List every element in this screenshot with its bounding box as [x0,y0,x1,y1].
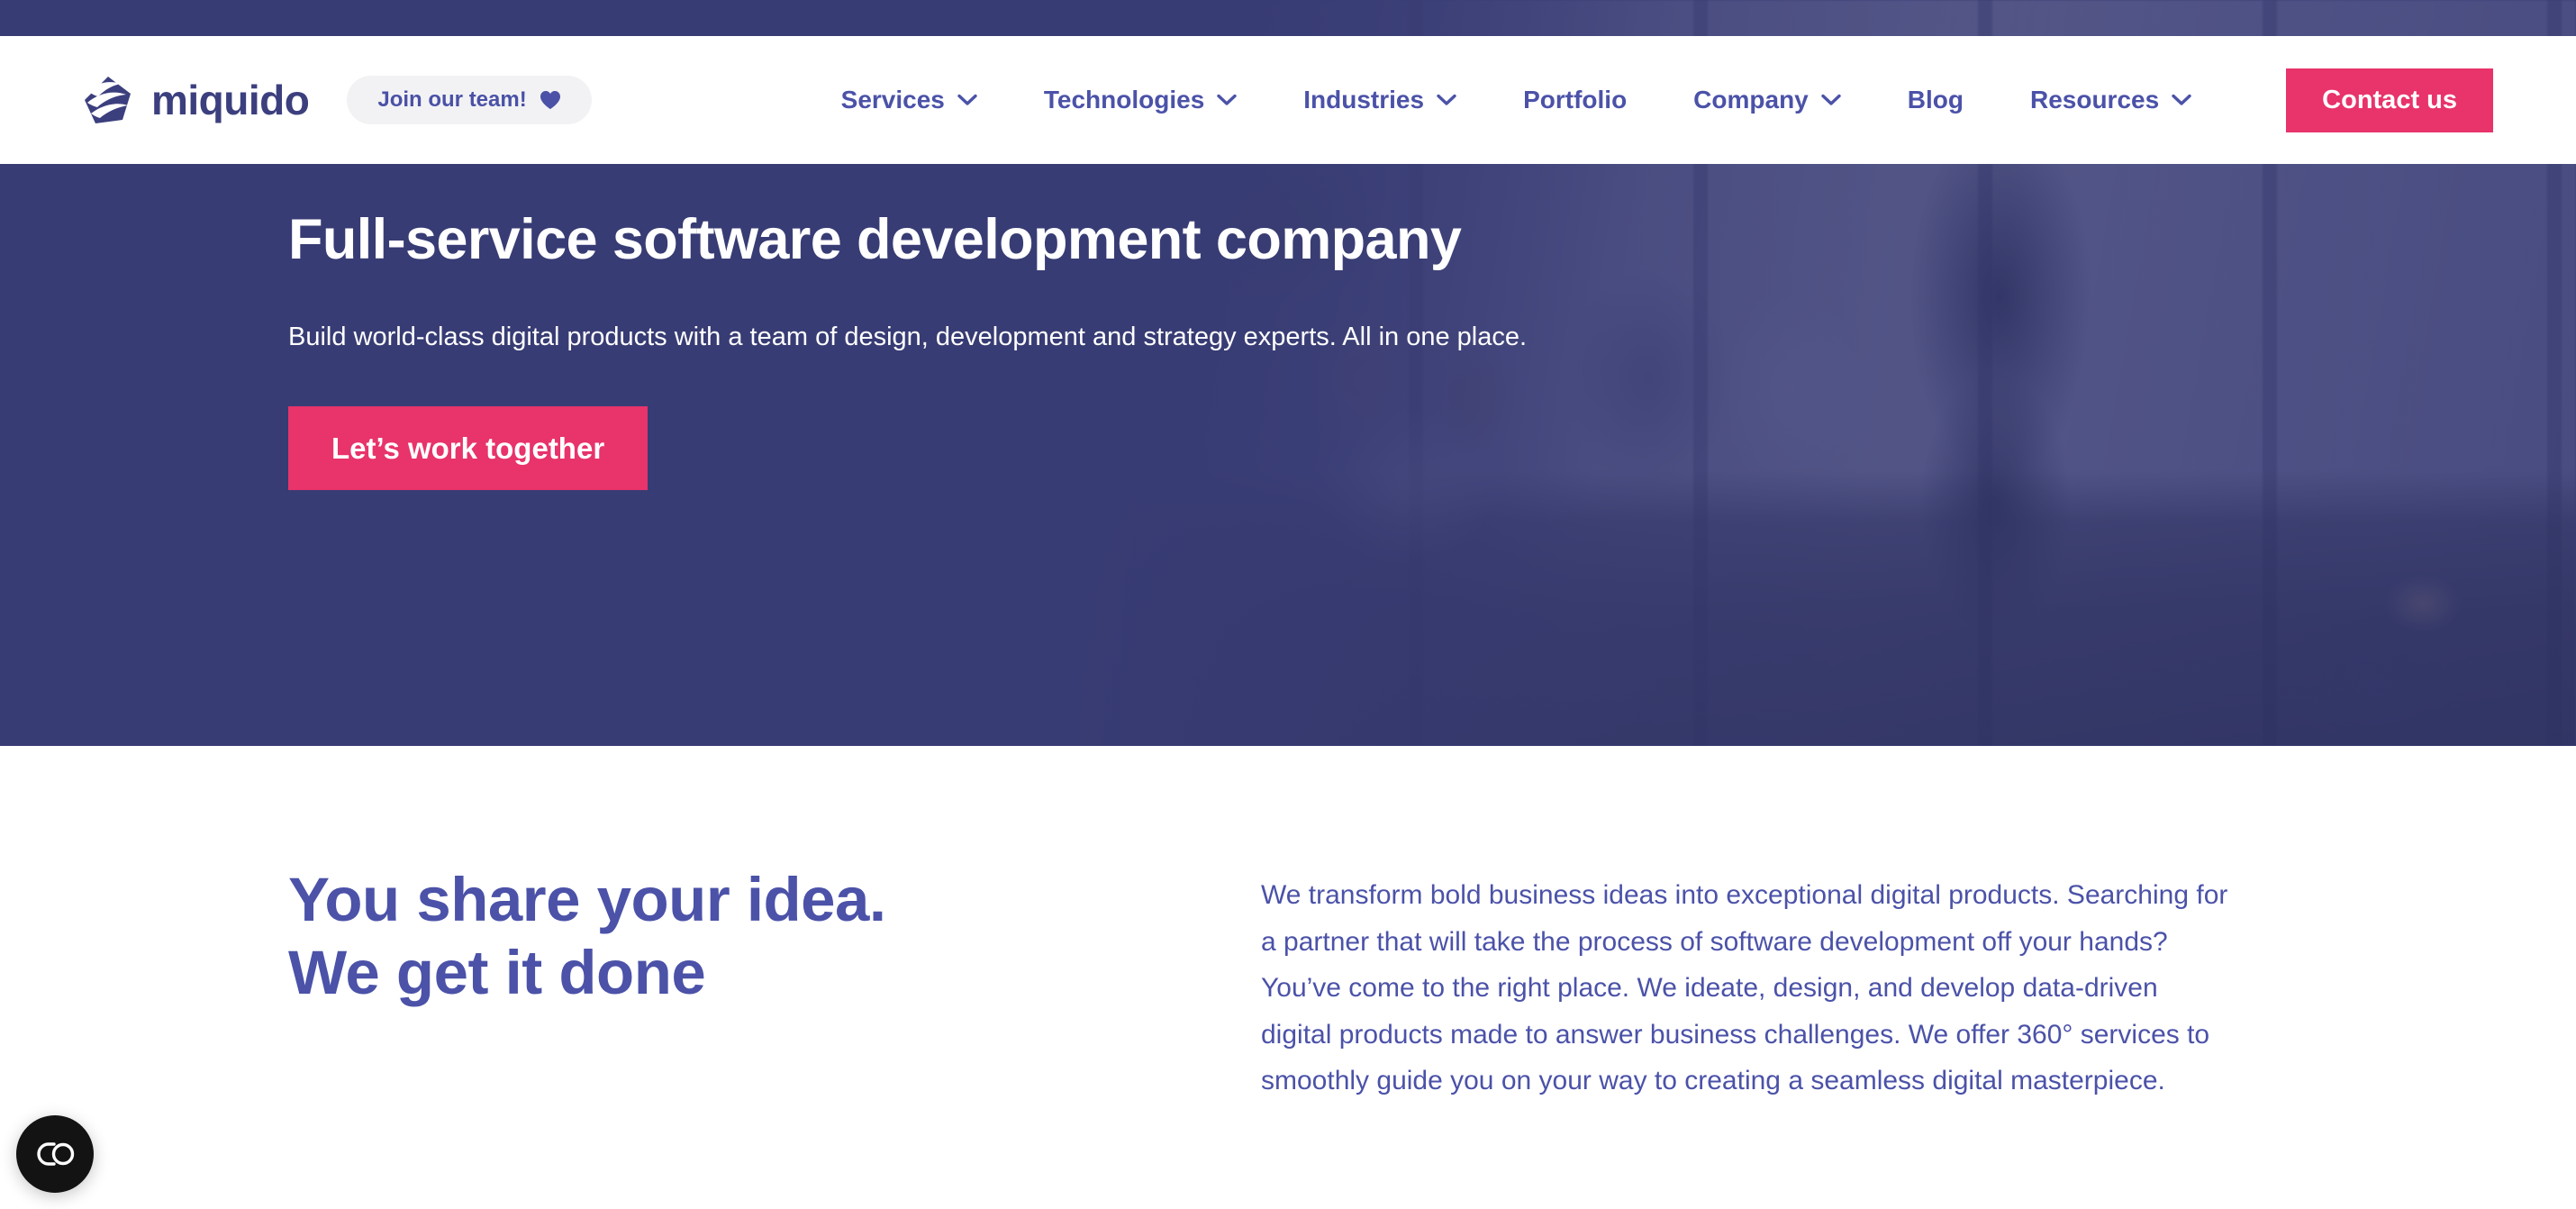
main-navigation: Services Technologies Industries Portfol… [808,68,2493,132]
site-header: miquido Join our team! Services Technolo… [0,36,2576,164]
nav-item-industries[interactable]: Industries [1270,87,1490,113]
nav-item-blog-label: Blog [1907,86,1964,114]
nav-item-technologies[interactable]: Technologies [1011,87,1270,113]
chevron-down-icon [957,94,977,106]
nav-item-company-label: Company [1693,86,1809,114]
chevron-down-icon [1437,94,1456,106]
miquido-wave-logo-icon [83,75,133,125]
logo-link[interactable]: miquido [83,75,310,125]
hero-content: Full-service software development compan… [288,208,2090,491]
nav-item-portfolio-label: Portfolio [1523,86,1628,114]
accessibility-widget-button[interactable] [16,1115,94,1193]
intro-heading: You share your idea. We get it done [288,863,1261,1010]
intro-inner: You share your idea. We get it done We t… [0,746,2576,1104]
nav-item-services-label: Services [840,86,945,114]
nav-item-resources[interactable]: Resources [1997,87,2225,113]
nav-item-company[interactable]: Company [1660,87,1874,113]
join-our-team-label: Join our team! [377,87,527,112]
contact-us-button[interactable]: Contact us [2286,68,2493,132]
chevron-down-icon [2172,94,2191,106]
hero-subtitle: Build world-class digital products with … [288,323,1528,352]
logo-wordmark: miquido [151,77,310,123]
chevron-down-icon [1821,94,1841,106]
heart-icon [540,90,561,110]
nav-item-blog[interactable]: Blog [1874,87,1997,113]
nav-item-services[interactable]: Services [808,87,1011,113]
intro-heading-line2: We get it done [288,938,706,1008]
join-our-team-pill[interactable]: Join our team! [347,76,592,124]
hero-title: Full-service software development compan… [288,208,1462,271]
nav-item-portfolio[interactable]: Portfolio [1490,87,1660,113]
intro-paragraph: We transform bold business ideas into ex… [1261,880,2228,1096]
nav-item-technologies-label: Technologies [1043,86,1205,114]
accessibility-toggle-icon [33,1141,77,1168]
lets-work-together-button[interactable]: Let’s work together [288,406,649,491]
header-inner: miquido Join our team! Services Technolo… [0,36,2576,164]
intro-section: You share your idea. We get it done We t… [0,746,2576,1209]
nav-item-resources-label: Resources [2029,86,2160,114]
intro-heading-line1: You share your idea. [288,865,886,934]
nav-item-industries-label: Industries [1303,86,1425,114]
chevron-down-icon [1217,94,1237,106]
page-root: Full-service software development compan… [0,0,2576,1209]
